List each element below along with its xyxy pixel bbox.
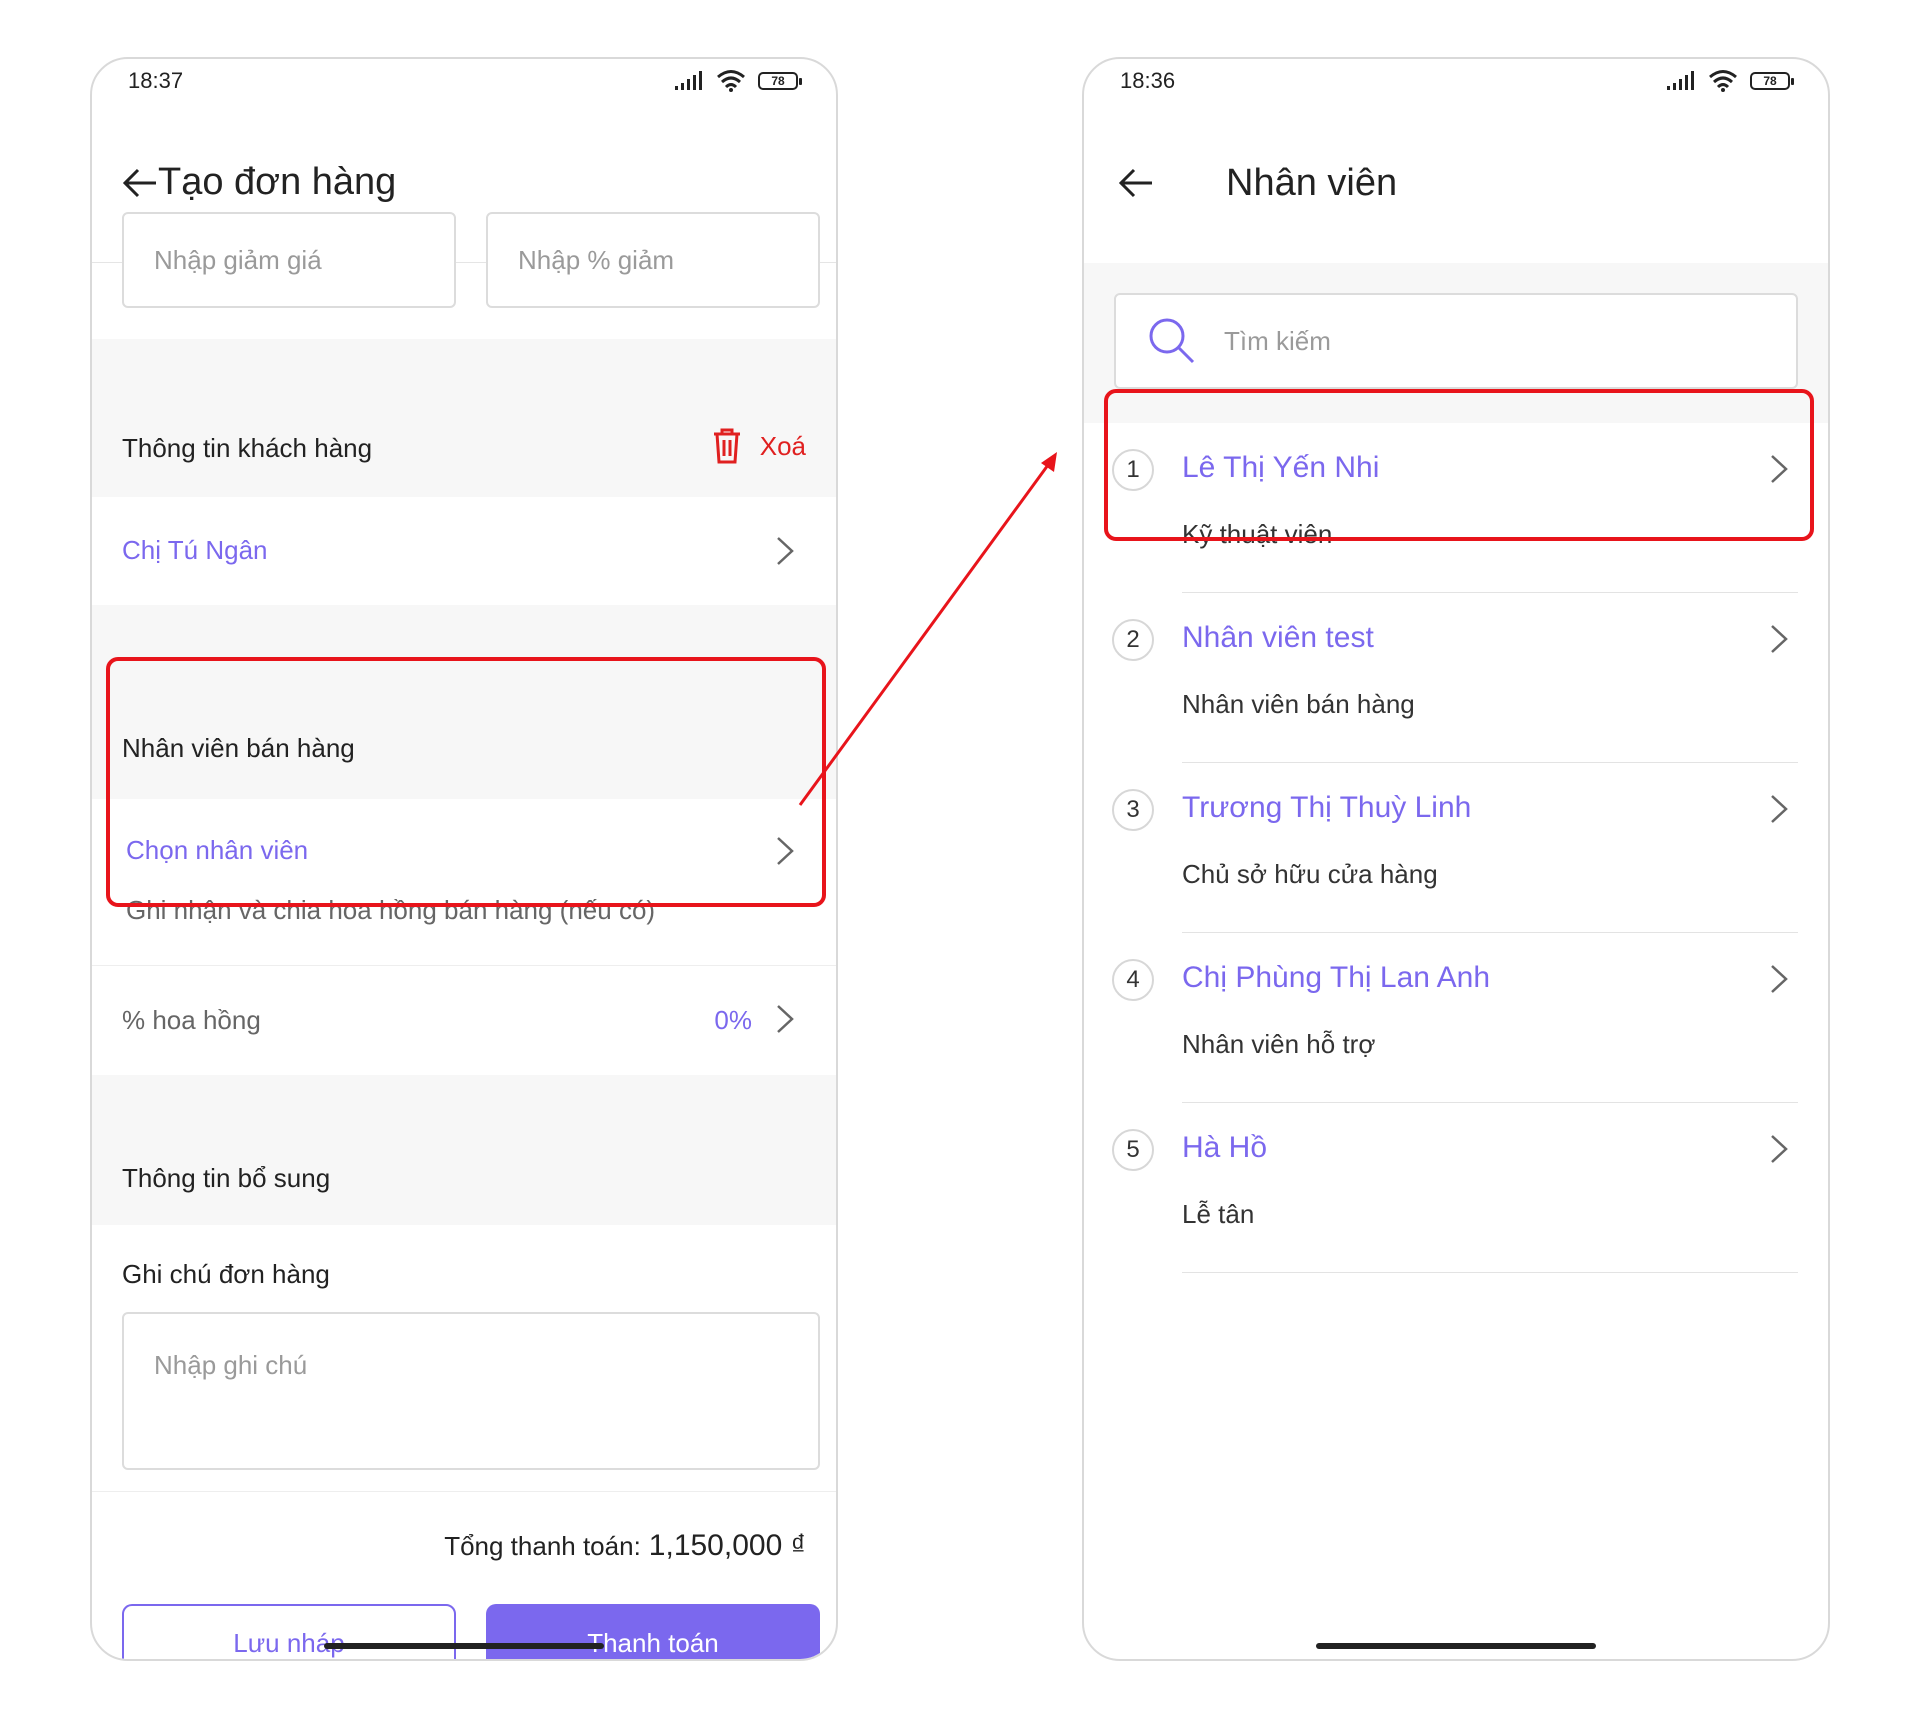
connector-arrow (798, 452, 1057, 806)
